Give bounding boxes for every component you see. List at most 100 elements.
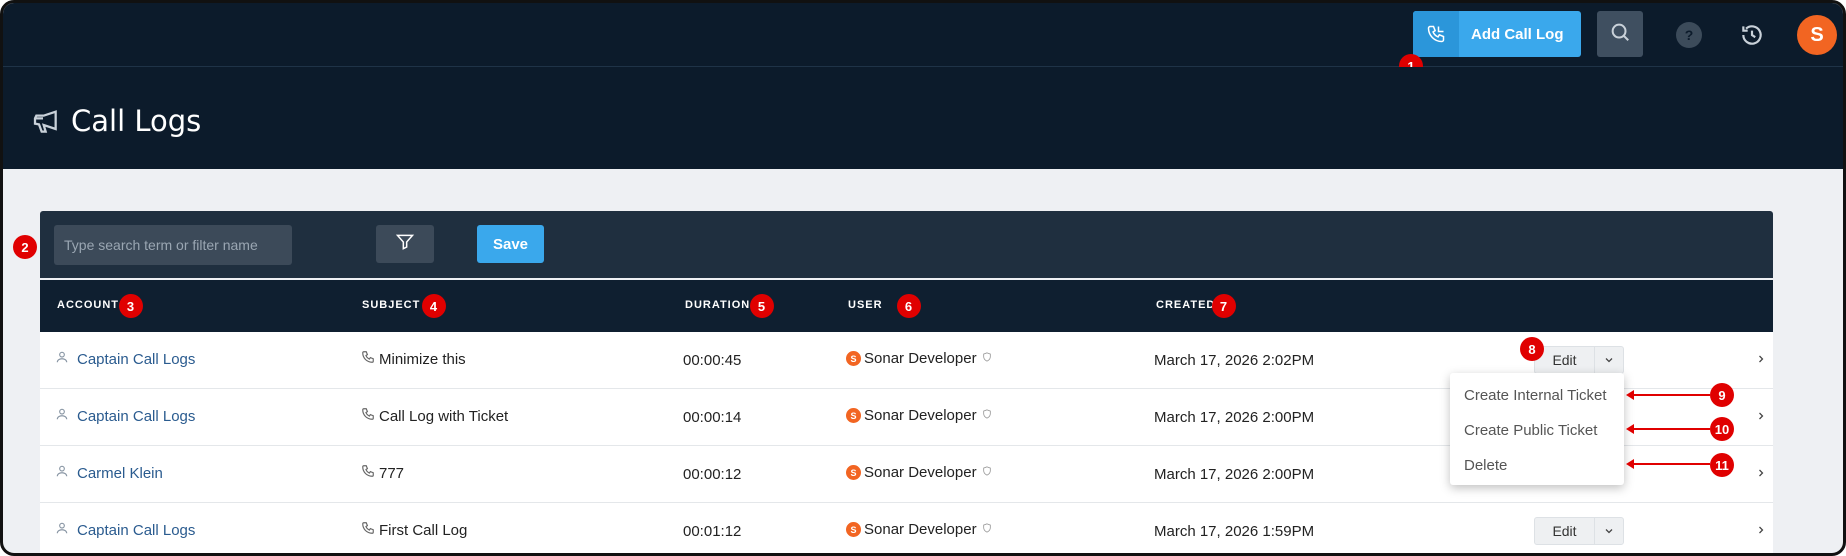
row-actions-dropdown: Create Internal Ticket Create Public Tic… [1450,373,1624,485]
column-header-duration[interactable]: DURATION [685,299,750,311]
help-icon[interactable]: ? [1676,22,1702,48]
phone-icon [361,350,375,368]
edit-button-group: Edit [1534,346,1624,374]
chevron-right-icon[interactable] [1755,352,1767,370]
account-name[interactable]: Captain Call Logs [77,522,195,539]
menu-item-delete[interactable]: Delete [1464,457,1507,474]
user-cell: S Sonar Developer [846,407,992,424]
page-title: Call Logs [71,104,202,138]
edit-button[interactable]: Edit [1535,518,1595,544]
column-header-created[interactable]: CREATED [1156,299,1215,311]
page-header: Call Logs [3,67,1843,169]
user-badge: S [846,465,861,480]
subject-text: Call Log with Ticket [379,407,509,425]
person-icon [55,464,69,482]
account-link[interactable]: Captain Call Logs [55,407,195,425]
annotation-marker-6: 6 [897,294,921,318]
column-header-user[interactable]: USER [848,299,883,311]
subject-cell: Call Log with Ticket [361,407,508,425]
filter-bar: Save [40,211,1773,278]
subject-text: First Call Log [379,521,468,539]
created-value: March 17, 2026 1:59PM [1154,523,1315,540]
subject-text: Minimize this [379,350,466,368]
history-icon[interactable] [1737,20,1767,50]
account-name[interactable]: Carmel Klein [77,465,163,482]
account-name[interactable]: Captain Call Logs [77,408,195,425]
shield-icon [982,350,992,367]
annotation-arrow-line [1632,428,1710,430]
user-name: Sonar Developer [864,521,977,538]
subject-text: 777 [379,464,405,482]
subject-cell: Minimize this [361,350,466,368]
chevron-right-icon[interactable] [1755,523,1767,541]
person-icon [55,407,69,425]
filter-button[interactable] [376,225,434,263]
user-name: Sonar Developer [864,407,977,424]
menu-item-create-internal-ticket[interactable]: Create Internal Ticket [1464,387,1607,404]
account-link[interactable]: Captain Call Logs [55,350,195,368]
account-name[interactable]: Captain Call Logs [77,351,195,368]
annotation-marker-2: 2 [13,235,37,259]
annotation-arrow-line [1632,463,1710,465]
user-cell: S Sonar Developer [846,521,992,538]
search-icon [1609,21,1631,48]
shield-icon [982,464,992,481]
annotation-arrow-line [1632,394,1710,396]
phone-icon [361,407,375,425]
duration-value: 00:00:14 [683,409,742,426]
duration-value: 00:00:12 [683,466,742,483]
account-link[interactable]: Captain Call Logs [55,521,195,539]
annotation-marker-4: 4 [422,294,446,318]
created-value: March 17, 2026 2:00PM [1154,466,1315,483]
top-bar: Add Call Log ? S 1 [3,3,1843,78]
subject-cell: 777 [361,464,404,482]
table-row[interactable]: Captain Call Logs First Call Log 00:01:1… [40,503,1773,553]
column-header-subject[interactable]: SUBJECT [362,299,420,311]
menu-item-create-public-ticket[interactable]: Create Public Ticket [1464,422,1597,439]
annotation-marker-3: 3 [119,294,143,318]
edit-button[interactable]: Edit [1535,347,1595,373]
annotation-marker-8: 8 [1520,337,1544,361]
annotation-marker-7: 7 [1212,294,1236,318]
created-value: March 17, 2026 2:02PM [1154,352,1315,369]
shield-icon [982,521,992,538]
chevron-right-icon[interactable] [1755,466,1767,484]
phone-icon [361,521,375,539]
person-icon [55,350,69,368]
shield-icon [982,407,992,424]
user-badge: S [846,522,861,537]
phone-icon [361,464,375,482]
add-call-log-label: Add Call Log [1471,25,1564,43]
save-filter-button[interactable]: Save [477,225,544,263]
annotation-marker-9: 9 [1710,383,1734,407]
chevron-down-icon[interactable] [1595,518,1623,544]
global-search-button[interactable] [1597,11,1643,57]
search-input[interactable] [54,225,292,265]
add-call-log-button[interactable]: Add Call Log [1413,11,1581,57]
funnel-icon [395,232,415,257]
annotation-marker-11: 11 [1710,453,1734,477]
person-icon [55,521,69,539]
duration-value: 00:00:45 [683,352,742,369]
chevron-down-icon[interactable] [1595,347,1623,373]
created-value: March 17, 2026 2:00PM [1154,409,1315,426]
subject-cell: First Call Log [361,521,467,539]
user-badge: S [846,351,861,366]
annotation-marker-5: 5 [750,294,774,318]
duration-value: 00:01:12 [683,523,742,540]
user-cell: S Sonar Developer [846,464,992,481]
user-badge: S [846,408,861,423]
annotation-marker-10: 10 [1710,417,1734,441]
phone-icon [1413,11,1459,57]
account-link[interactable]: Carmel Klein [55,464,163,482]
megaphone-icon [31,105,63,142]
user-name: Sonar Developer [864,350,977,367]
edit-button-group: Edit [1534,517,1624,545]
user-cell: S Sonar Developer [846,350,992,367]
column-header-account[interactable]: ACCOUNT [57,299,119,311]
app-frame: Add Call Log ? S 1 Call Logs 2 Type sear… [0,0,1846,556]
user-name: Sonar Developer [864,464,977,481]
user-avatar[interactable]: S [1797,15,1837,55]
chevron-right-icon[interactable] [1755,409,1767,427]
table-header: ACCOUNT SUBJECT DURATION USER CREATED 3 … [40,280,1773,332]
